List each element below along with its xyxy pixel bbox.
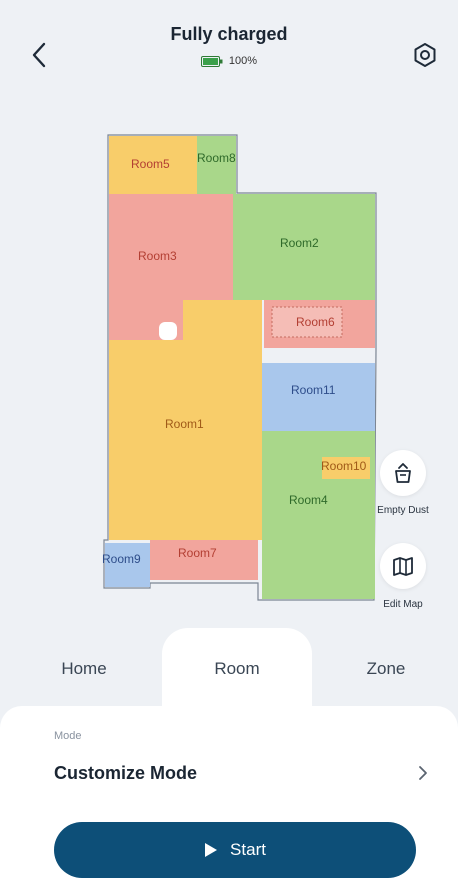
room-label-5: Room5	[131, 157, 170, 171]
room-area-4	[262, 431, 375, 599]
room-area-11	[262, 363, 375, 431]
room-label-11: Room11	[291, 383, 336, 397]
room-label-3: Room3	[138, 249, 177, 263]
tab-room[interactable]: Room	[162, 628, 312, 710]
mode-tabs: Home Room Zone	[0, 628, 458, 710]
room-label-9: Room9	[102, 552, 141, 566]
room-label-6: Room6	[296, 315, 335, 329]
settings-icon	[414, 43, 436, 67]
mode-caption: Mode	[54, 730, 82, 742]
room-label-10: Room10	[321, 459, 367, 473]
battery-status: 100%	[0, 55, 458, 67]
title-block: Fully charged 100%	[0, 24, 458, 67]
room-label-8: Room8	[197, 151, 236, 165]
edit-map-button[interactable]	[380, 543, 426, 589]
floor-map[interactable]: Room5 Room8 Room3 Room2 Room6 Room11 Roo…	[0, 95, 458, 640]
start-button-label: Start	[230, 840, 266, 859]
chevron-right-icon	[419, 766, 427, 780]
page-title: Fully charged	[170, 24, 288, 44]
tab-home[interactable]: Home	[18, 628, 150, 710]
bottom-panel: Mode Customize Mode Start	[0, 706, 458, 878]
map-icon	[393, 557, 413, 576]
empty-dust-button[interactable]	[380, 450, 426, 496]
room-label-7: Room7	[178, 546, 217, 560]
empty-dust-label: Empty Dust	[377, 505, 429, 516]
mode-selector[interactable]: Customize Mode	[54, 758, 428, 788]
room-area-8	[197, 136, 236, 194]
battery-percent: 100%	[228, 55, 258, 67]
room-label-4: Room4	[289, 493, 328, 507]
dustbin-icon	[395, 463, 411, 483]
battery-icon	[200, 55, 223, 67]
room-1-obstacle	[159, 322, 177, 340]
start-button[interactable]: Start	[54, 822, 416, 878]
play-icon	[205, 843, 218, 857]
room-label-2: Room2	[280, 236, 319, 250]
edit-map-label: Edit Map	[383, 599, 423, 610]
tab-zone[interactable]: Zone	[320, 628, 452, 710]
top-bar: Fully charged 100%	[0, 0, 458, 95]
room-label-1: Room1	[165, 417, 204, 431]
mode-value: Customize Mode	[54, 762, 198, 783]
settings-button[interactable]	[410, 40, 440, 70]
